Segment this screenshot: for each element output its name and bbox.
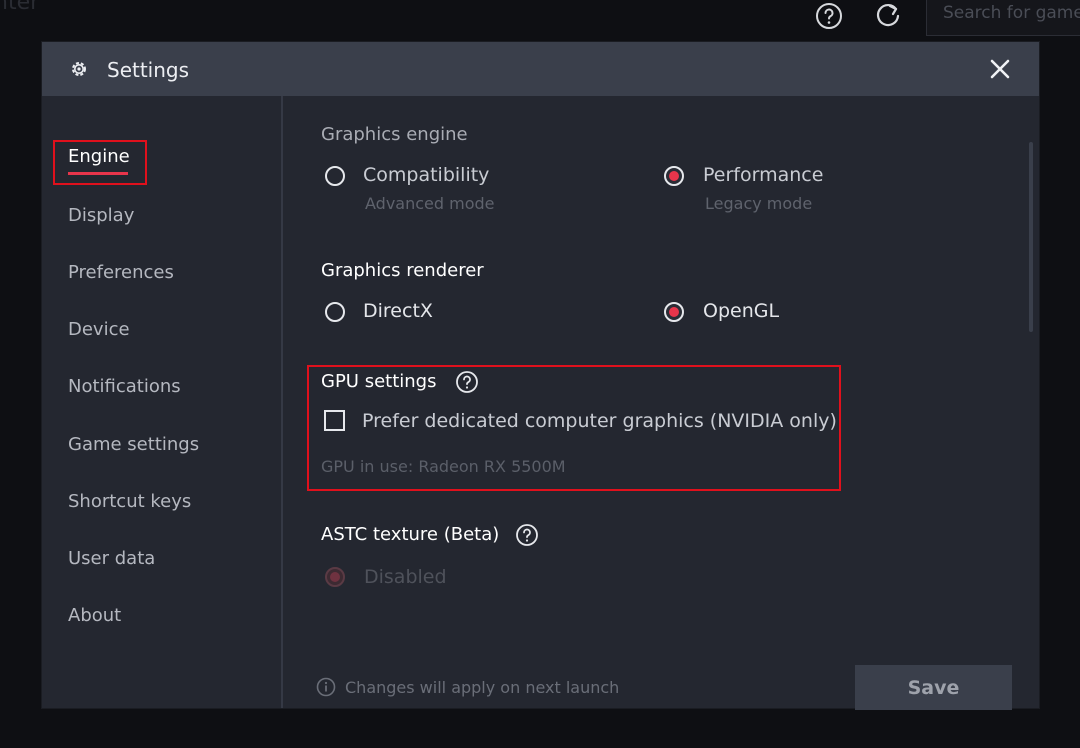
astc-title: ASTC texture (Beta) — [321, 524, 500, 545]
save-button[interactable]: Save — [855, 665, 1012, 710]
radio-opengl[interactable] — [664, 302, 684, 322]
dialog-title: Settings — [107, 58, 190, 82]
sidebar-item-device[interactable]: Device — [68, 319, 130, 340]
option-opengl-label[interactable]: OpenGL — [703, 300, 779, 322]
gpu-help-icon[interactable] — [455, 370, 479, 394]
gpu-in-use-text: GPU in use: Radeon RX 5500M — [321, 457, 566, 476]
gpu-prefer-checkbox[interactable] — [324, 410, 345, 431]
background-app-title: nter — [0, 0, 40, 15]
radio-compatibility[interactable] — [325, 166, 345, 186]
option-directx-label[interactable]: DirectX — [363, 300, 433, 322]
sidebar-item-notifications[interactable]: Notifications — [68, 376, 181, 397]
sidebar-item-display[interactable]: Display — [68, 205, 134, 226]
sidebar-item-about[interactable]: About — [68, 605, 121, 626]
info-icon — [316, 677, 336, 697]
option-compatibility-sub: Advanced mode — [365, 194, 495, 213]
astc-disabled-label: Disabled — [364, 566, 447, 588]
settings-dialog: Settings Engine Display Preferences Devi… — [42, 42, 1039, 710]
search-input[interactable]: Search for games — [926, 0, 1080, 36]
radio-performance[interactable] — [664, 166, 684, 186]
settings-content: Graphics engine Compatibility Advanced m… — [283, 96, 1039, 710]
dialog-header: Settings — [42, 42, 1039, 96]
option-performance-sub: Legacy mode — [705, 194, 813, 213]
gpu-settings-title: GPU settings — [321, 371, 437, 392]
gpu-prefer-label[interactable]: Prefer dedicated computer graphics (NVID… — [362, 410, 837, 432]
refresh-icon[interactable] — [874, 0, 904, 30]
option-performance-label[interactable]: Performance — [703, 164, 823, 186]
footer-note: Changes will apply on next launch — [345, 678, 620, 697]
sidebar-item-preferences[interactable]: Preferences — [68, 262, 174, 283]
scrollbar[interactable] — [1029, 142, 1033, 332]
option-compatibility-label[interactable]: Compatibility — [363, 164, 489, 186]
close-icon[interactable] — [989, 58, 1011, 80]
astc-help-icon[interactable] — [515, 523, 539, 547]
sidebar-item-game-settings[interactable]: Game settings — [68, 434, 199, 455]
gear-icon — [72, 62, 86, 76]
sidebar-item-shortcut-keys[interactable]: Shortcut keys — [68, 491, 191, 512]
radio-astc-disabled — [325, 567, 345, 587]
sidebar-item-engine[interactable]: Engine — [68, 146, 130, 167]
active-tab-indicator — [68, 172, 128, 175]
graphics-engine-title: Graphics engine — [321, 124, 468, 145]
radio-directx[interactable] — [325, 302, 345, 322]
settings-sidebar: Engine Display Preferences Device Notifi… — [42, 96, 283, 708]
graphics-renderer-title: Graphics renderer — [321, 260, 484, 281]
help-icon[interactable] — [815, 2, 843, 30]
sidebar-item-user-data[interactable]: User data — [68, 548, 155, 569]
